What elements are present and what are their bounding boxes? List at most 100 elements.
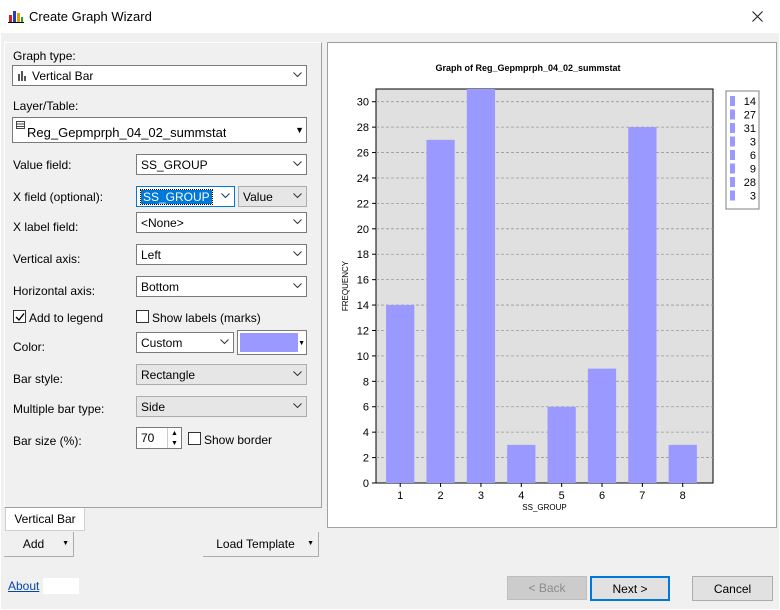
y-tick-label: 22	[357, 198, 369, 210]
add-button[interactable]: Add ▼	[4, 532, 74, 557]
dropdown-arrow-icon: ▼	[298, 340, 305, 347]
chevron-down-icon	[292, 368, 302, 380]
bar-size-label: Bar size (%):	[13, 434, 82, 448]
chevron-down-icon	[219, 336, 229, 348]
x-tick-label: 3	[478, 490, 484, 502]
y-tick-label: 24	[357, 173, 369, 185]
horizontal-axis-select[interactable]: Bottom	[136, 276, 307, 297]
spin-up-icon[interactable]: ▲	[168, 428, 181, 438]
multiple-bar-type-select[interactable]: Side	[136, 396, 307, 417]
bar	[507, 444, 536, 483]
multiple-bar-type-label: Multiple bar type:	[13, 402, 105, 416]
x-tick-label: 6	[599, 490, 605, 502]
chart-title: Graph of Reg_Gepmprph_04_02_summstat	[435, 63, 620, 73]
x-label-field-select[interactable]: <None>	[136, 212, 307, 233]
show-labels-label: Show labels (marks)	[152, 311, 261, 325]
x-tick-label: 8	[680, 490, 686, 502]
show-labels-checkbox[interactable]	[136, 310, 149, 323]
y-tick-label: 6	[363, 402, 369, 414]
bar-size-stepper[interactable]: 70 ▲ ▼	[136, 427, 182, 449]
y-tick-label: 26	[357, 148, 369, 160]
title-bar: Create Graph Wizard	[0, 0, 780, 33]
y-tick-label: 28	[357, 122, 369, 134]
graph-preview: Graph of Reg_Gepmprph_04_02_summstat 0 2 4 6…	[327, 42, 777, 528]
chevron-down-icon	[292, 158, 302, 170]
legend-label: 9	[750, 164, 756, 176]
y-tick-label: 16	[357, 275, 369, 287]
x-tick-label: 5	[559, 490, 565, 502]
color-select[interactable]: Custom	[136, 332, 234, 353]
chevron-down-icon	[292, 248, 302, 260]
y-axis-label: FREQUENCY	[341, 260, 350, 311]
chevron-down-icon	[292, 216, 302, 228]
spin-down-icon[interactable]: ▼	[168, 438, 181, 448]
vertical-axis-select[interactable]: Left	[136, 244, 307, 265]
y-tick-label: 4	[363, 427, 369, 439]
vertical-axis-label: Vertical axis:	[13, 252, 81, 266]
chevron-down-icon	[292, 69, 302, 81]
horizontal-axis-label: Horizontal axis:	[13, 284, 96, 298]
x-field-label: X field (optional):	[13, 190, 104, 204]
bar	[668, 444, 697, 483]
y-tick-label: 30	[357, 97, 369, 109]
bar	[628, 127, 657, 484]
bar	[466, 89, 496, 483]
add-to-legend-label: Add to legend	[29, 311, 104, 325]
legend-label: 6	[750, 150, 756, 162]
value-field-label: Value field:	[13, 158, 72, 172]
graph-type-select[interactable]: Vertical Bar	[12, 65, 307, 86]
color-picker-button[interactable]: ▼	[237, 330, 307, 355]
x-field-mode-select[interactable]: Value	[238, 186, 307, 207]
legend-swatch	[730, 96, 735, 106]
x-tick-label: 1	[397, 490, 403, 502]
graph-type-label: Graph type:	[13, 49, 76, 63]
x-tick-label: 2	[438, 490, 444, 502]
bar	[547, 406, 576, 483]
value-field-select[interactable]: SS_GROUP	[136, 154, 307, 175]
graph-wizard-icon	[8, 9, 24, 23]
bar-style-select[interactable]: Rectangle	[136, 364, 307, 385]
back-button[interactable]: < Back	[507, 576, 587, 600]
x-field-select[interactable]: SS_GROUP	[136, 186, 235, 207]
chevron-down-icon	[292, 400, 302, 412]
show-border-label: Show border	[204, 433, 273, 447]
dropdown-arrow-icon: ▼	[62, 540, 69, 547]
load-template-button[interactable]: Load Template ▼	[203, 532, 319, 557]
x-tick-label: 7	[639, 490, 645, 502]
layer-select[interactable]: Reg_Gepmprph_04_02_summstat ▼	[12, 117, 307, 143]
show-border-checkbox[interactable]	[188, 432, 201, 445]
bar-chart-icon	[18, 70, 26, 81]
legend-swatch	[730, 109, 735, 120]
legend-label: 3	[750, 191, 756, 203]
add-to-legend-checkbox[interactable]	[13, 310, 26, 323]
bar	[426, 139, 455, 483]
legend-swatch	[730, 150, 735, 160]
dialog-client: Graph type: Vertical Bar Layer/Table: Re…	[1, 33, 779, 609]
dropdown-arrow-icon: ▼	[295, 125, 304, 135]
cancel-button[interactable]: Cancel	[692, 576, 773, 601]
options-panel: Graph type: Vertical Bar Layer/Table: Re…	[4, 42, 322, 508]
dropdown-arrow-icon: ▼	[307, 540, 314, 547]
legend-swatch	[730, 136, 735, 147]
window-title: Create Graph Wizard	[29, 9, 152, 24]
about-link-background	[43, 578, 79, 594]
y-tick-label: 18	[357, 249, 369, 261]
table-icon	[16, 121, 25, 129]
legend-label: 14	[744, 96, 756, 108]
y-tick-label: 12	[357, 325, 369, 337]
legend-swatch	[730, 123, 735, 133]
legend-swatch	[730, 177, 735, 187]
legend-label: 3	[750, 137, 756, 149]
chevron-down-icon	[220, 190, 230, 202]
next-button[interactable]: Next >	[590, 576, 670, 601]
about-link[interactable]: About	[8, 579, 39, 593]
color-swatch	[240, 333, 298, 352]
bar-chart: Graph of Reg_Gepmprph_04_02_summstat0246…	[341, 63, 760, 512]
legend-swatch	[730, 163, 735, 174]
y-tick-label: 10	[357, 351, 369, 363]
close-icon[interactable]	[734, 0, 780, 33]
tab-vertical-bar[interactable]: Vertical Bar	[5, 508, 85, 531]
y-tick-label: 20	[357, 224, 369, 236]
checkmark-icon	[15, 313, 25, 322]
y-tick-label: 8	[363, 376, 369, 388]
